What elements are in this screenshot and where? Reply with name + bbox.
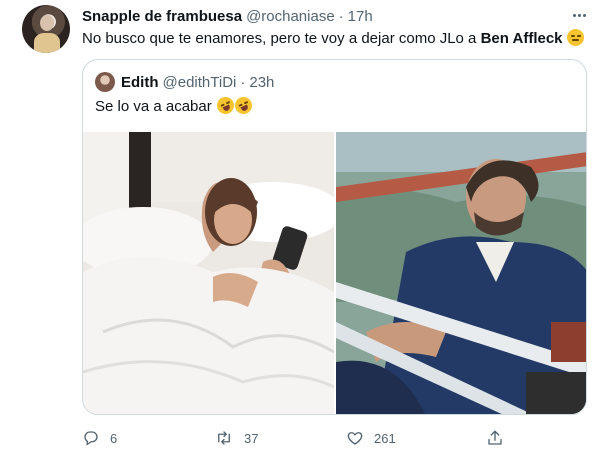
tweet-text-plain: No busco que te enamores, pero te voy a …: [82, 30, 481, 47]
author-avatar[interactable]: [22, 5, 70, 53]
photo-woman-in-bed[interactable]: [83, 132, 334, 414]
like-icon: [347, 432, 363, 445]
tweet-header: Snapple de frambuesa @rochaniase · 17h: [82, 6, 373, 26]
quoted-tweet-timestamp: 23h: [249, 73, 275, 91]
quoted-text-plain: Se lo va a acabar: [95, 98, 212, 115]
rolling-on-floor-laughing-emoji: [214, 94, 237, 117]
retweet-count: 37: [244, 430, 259, 446]
photo-man-on-boat-illustration: [336, 132, 586, 414]
avatar-face: [40, 15, 54, 31]
tweet-text: No busco que te enamores, pero te voy a …: [82, 29, 584, 49]
quoted-author-avatar: [95, 72, 115, 92]
share-button[interactable]: [486, 427, 504, 449]
quoted-author-name: Edith: [121, 73, 159, 91]
photo-woman-in-bed-illustration: [83, 132, 334, 414]
tweet-actions: 6 37 261: [82, 427, 587, 449]
reply-icon: [84, 431, 98, 446]
quoted-tweet-text: Se lo va a acabar: [95, 94, 255, 117]
more-icon[interactable]: [568, 6, 590, 24]
relieved-face-emoji: [566, 29, 584, 46]
quoted-tweet[interactable]: Edith @edithTiDi · 23h Se lo va a acabar: [82, 59, 587, 415]
like-count: 261: [374, 430, 396, 446]
author-handle[interactable]: @rochaniase: [246, 8, 335, 25]
tweet[interactable]: Snapple de frambuesa @rochaniase · 17h N…: [0, 0, 605, 457]
reply-count: 6: [110, 430, 118, 446]
avatar-body: [34, 33, 60, 53]
rolling-on-floor-laughing-emoji: [232, 94, 255, 117]
tweet-text-bold: Ben Affleck: [480, 30, 563, 47]
tweet-timestamp[interactable]: 17h: [348, 8, 373, 25]
quoted-tweet-header: Edith @edithTiDi · 23h: [121, 72, 274, 92]
retweet-icon: [218, 431, 230, 445]
quoted-author-handle: @edithTiDi: [162, 73, 237, 91]
quoted-header-separator: ·: [240, 73, 246, 91]
reply-button[interactable]: 6: [82, 427, 117, 449]
header-separator: ·: [338, 7, 344, 25]
photo-man-on-boat[interactable]: [336, 132, 586, 414]
retweet-button[interactable]: 37: [214, 427, 258, 449]
share-icon: [488, 430, 502, 445]
like-button[interactable]: 261: [346, 427, 396, 449]
author-name[interactable]: Snapple de frambuesa: [82, 8, 242, 25]
quoted-media: [83, 132, 586, 414]
